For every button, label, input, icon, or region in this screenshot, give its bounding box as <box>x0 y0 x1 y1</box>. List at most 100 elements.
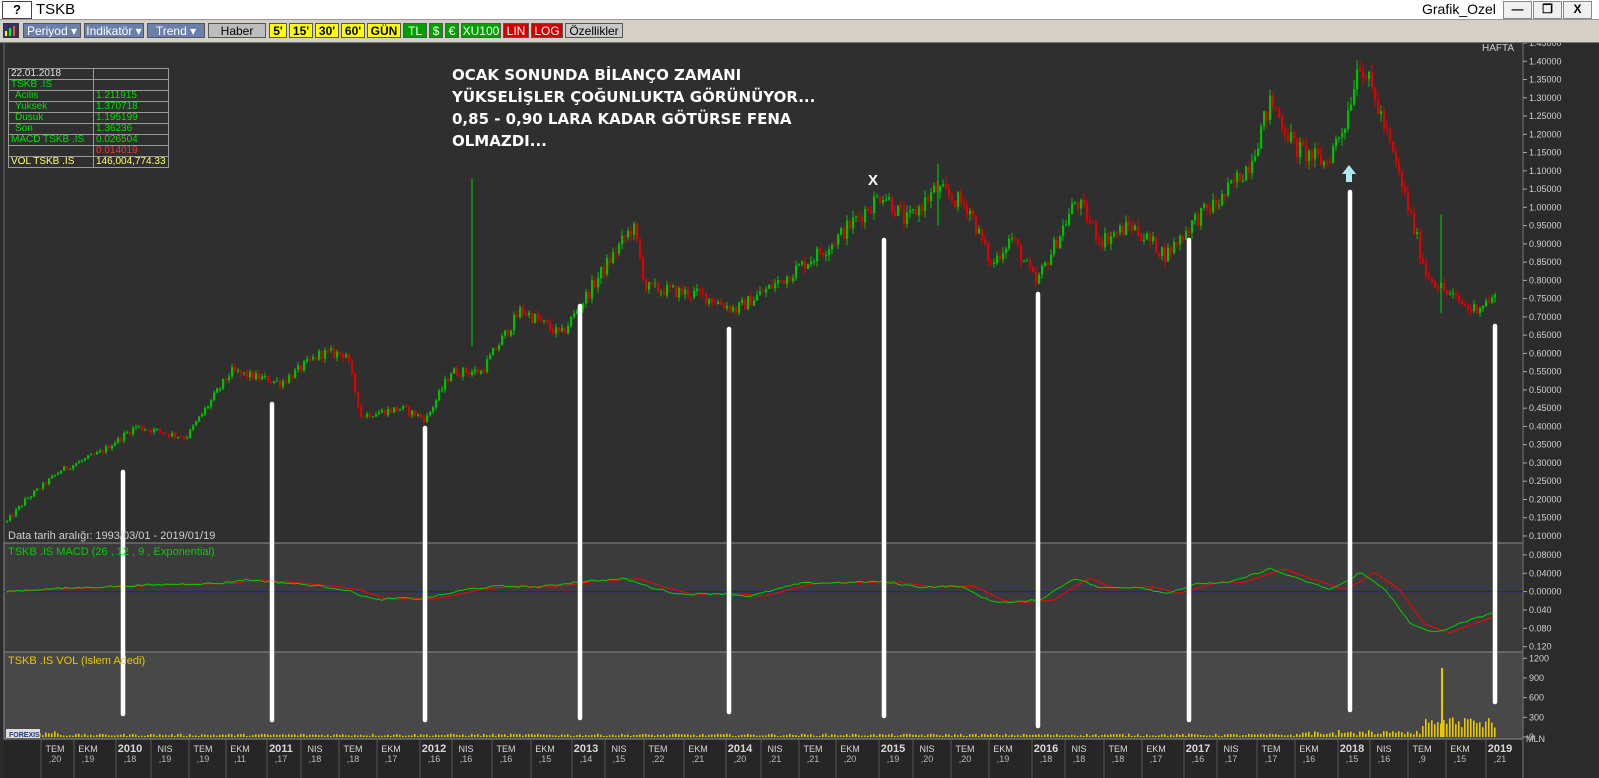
volume-bar <box>726 733 728 737</box>
trend-menu[interactable]: Trend ▾ <box>147 23 205 38</box>
volume-bar <box>1236 734 1238 737</box>
currency-usd-button[interactable]: $ <box>429 23 443 38</box>
volume-bar <box>1473 720 1475 737</box>
time-sublabel: ,16 <box>1192 754 1205 764</box>
candle-body <box>702 291 705 294</box>
layout-name: Grafik_Ozel <box>1422 1 1496 17</box>
xu100-button[interactable]: XU100 <box>461 23 501 38</box>
candle-body <box>45 482 48 485</box>
volume-bar <box>774 734 776 737</box>
candle-body <box>360 406 363 417</box>
candle-body <box>1200 207 1203 226</box>
help-button[interactable]: ? <box>2 1 32 19</box>
volume-spike <box>1441 668 1443 737</box>
candle-body <box>372 416 375 418</box>
candle-body <box>789 276 792 282</box>
time-sublabel: ,16 <box>1378 754 1391 764</box>
volume-bar <box>990 733 992 737</box>
volume-bar <box>252 735 254 737</box>
volume-bar <box>1317 732 1319 737</box>
candle-body <box>1014 238 1017 240</box>
price-tick-label: 0.55000 <box>1529 367 1562 377</box>
volume-bar <box>1083 735 1085 737</box>
currency-eur-button[interactable]: € <box>445 23 459 38</box>
candle-body <box>378 412 381 415</box>
volume-bar <box>858 735 860 737</box>
volume-bar <box>1194 734 1196 737</box>
volume-bar <box>1275 734 1277 737</box>
volume-bar <box>948 734 950 737</box>
volume-bar <box>561 734 563 737</box>
volume-bar <box>270 735 272 737</box>
volume-bar <box>1344 732 1346 737</box>
volume-bar <box>168 735 170 737</box>
volume-bar <box>897 735 899 737</box>
haber-button[interactable]: Haber <box>208 23 266 38</box>
volume-bar <box>1128 733 1130 737</box>
restore-button[interactable]: ❐ <box>1533 1 1562 19</box>
candle-body <box>1179 236 1182 245</box>
volume-bar <box>45 732 47 737</box>
volume-bar <box>93 735 95 737</box>
close-button[interactable]: X <box>1563 1 1592 19</box>
periyod-menu[interactable]: Periyod ▾ <box>23 23 81 38</box>
timeframe-60-button[interactable]: 60' <box>341 23 365 38</box>
candle-body <box>765 288 768 293</box>
candle-body <box>1389 128 1392 141</box>
candle-body <box>1458 295 1461 302</box>
time-sublabel: ,18 <box>1112 754 1125 764</box>
candle-body <box>633 223 636 235</box>
timeframe-15-button[interactable]: 15' <box>289 23 313 38</box>
volume-bar <box>171 733 173 737</box>
ozellikler-button[interactable]: Özellikler <box>565 23 623 38</box>
candle-body <box>1302 141 1305 146</box>
time-sublabel: ,16 <box>500 754 513 764</box>
candle-body <box>1383 111 1386 129</box>
candle-body <box>501 335 504 346</box>
time-sublabel: ,20 <box>921 754 934 764</box>
volume-bar <box>873 734 875 737</box>
info-value: 0.026504 <box>93 134 169 146</box>
candle-body <box>1023 261 1026 263</box>
volume-bar <box>1173 735 1175 737</box>
annotation-line-3: 0,85 - 0,90 LARA KADAR GÖTÜRSE FENA <box>452 110 792 128</box>
candle-body <box>687 289 690 298</box>
timeframe-30-button[interactable]: 30' <box>315 23 339 38</box>
linear-scale-button[interactable]: LIN <box>503 23 529 38</box>
candle-body <box>348 354 351 362</box>
volume-bar <box>162 735 164 737</box>
candle-body <box>528 313 531 316</box>
info-value: 0.014019 <box>93 145 169 157</box>
candle-body <box>432 407 435 412</box>
candle-body <box>1236 172 1239 183</box>
volume-bar <box>102 733 104 737</box>
log-scale-button[interactable]: LOG <box>531 23 563 38</box>
timeframe-gun-button[interactable]: GÜN <box>367 23 401 38</box>
candle-body <box>459 375 462 377</box>
volume-bar <box>894 735 896 737</box>
price-chart[interactable]: 0.08000 0.04000 0.00000 0.040 0.080 0.120 120… <box>0 43 1599 778</box>
volume-bar <box>198 735 200 737</box>
candle-body <box>393 407 396 413</box>
candle-body <box>642 257 645 280</box>
candle-body <box>78 461 81 464</box>
time-label: NIS <box>458 744 473 754</box>
info-date: 22.01.2018 <box>8 68 94 80</box>
candle-body <box>1080 200 1083 209</box>
candle-body <box>825 254 828 256</box>
candle-body <box>1299 141 1302 158</box>
candle-body <box>60 470 63 474</box>
timeframe-5-button[interactable]: 5' <box>269 23 287 38</box>
candle-body <box>186 437 189 439</box>
minimize-button[interactable]: — <box>1503 1 1532 19</box>
candle-body <box>57 473 60 475</box>
currency-tl-button[interactable]: TL <box>403 23 427 38</box>
volume-bar <box>114 735 116 737</box>
volume-bar <box>609 735 611 737</box>
price-tick-label: 0.85000 <box>1529 257 1562 267</box>
indikator-menu[interactable]: Indikatör ▾ <box>84 23 144 38</box>
volume-bar <box>432 735 434 737</box>
volume-bar <box>1407 731 1409 737</box>
candle-body <box>1008 238 1011 249</box>
volume-bar <box>648 734 650 737</box>
